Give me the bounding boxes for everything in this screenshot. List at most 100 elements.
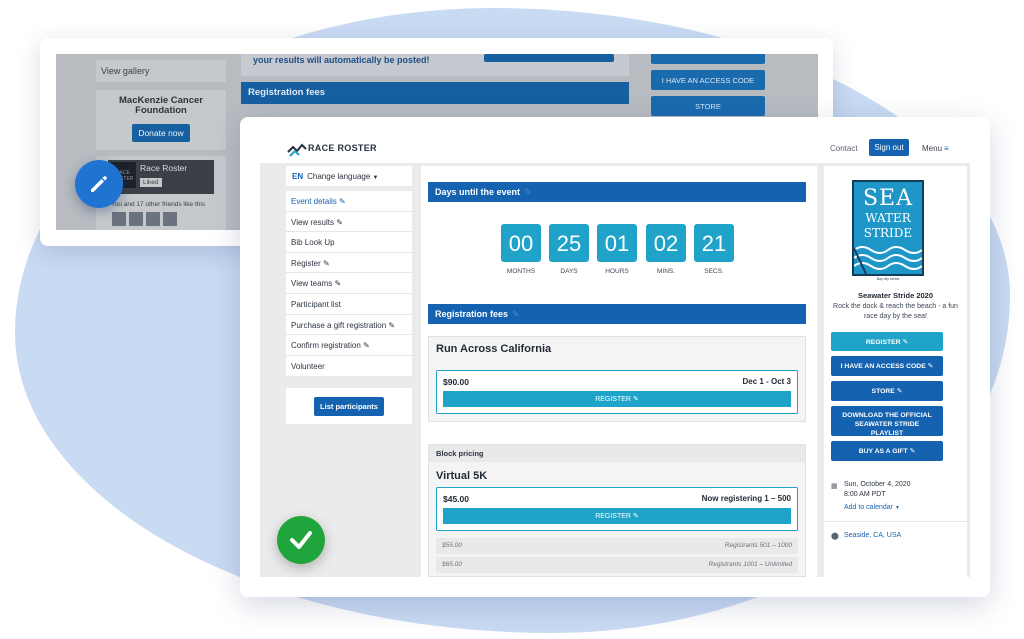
menu-label: Menu <box>922 144 943 153</box>
tier-range: Registrants 501 – 1000 <box>724 542 792 549</box>
marketing-stage: View gallery MacKenzie Cancer Foundation… <box>0 0 1024 639</box>
pencil-icon: ✎ <box>902 339 909 346</box>
back-register-button[interactable] <box>651 54 765 64</box>
sidebar-item-label: Participant list <box>291 299 341 309</box>
race-price: $45.00 <box>443 494 469 504</box>
pencil-icon: ✎ <box>896 388 903 395</box>
facebook-cover: RACE ROSTER Race Roster Liked <box>108 160 214 194</box>
race-price-card: $45.00 Now registering 1 – 500 REGISTER … <box>436 487 798 531</box>
race-register-label: REGISTER <box>595 513 631 520</box>
sidebar-menu: Event details ✎ View results ✎ Bib Look … <box>286 191 412 377</box>
top-nav: RACE ROSTER Contact Sign out Menu ≡ <box>260 137 970 163</box>
pencil-icon: ✎ <box>512 309 520 319</box>
sidebar-item-register[interactable]: Register ✎ <box>286 253 412 274</box>
front-window: RACE ROSTER Contact Sign out Menu ≡ EN Cha… <box>240 117 990 597</box>
tier-price: $55.00 <box>442 542 462 549</box>
event-logo: SEA WATER STRIDE Bay city series <box>852 180 924 281</box>
sidebar-item-bib-look-up[interactable]: Bib Look Up <box>286 232 412 253</box>
brand-name: RACE ROSTER <box>308 143 377 153</box>
pencil-icon: ✎ <box>632 513 639 520</box>
sidebar-item-label: Purchase a gift registration <box>291 320 387 330</box>
sidebar-item-volunteer[interactable]: Volunteer <box>286 356 412 377</box>
race-title: Virtual 5K <box>436 470 488 482</box>
facebook-page-name[interactable]: Race Roster <box>140 163 187 173</box>
facebook-friends-text: You and 17 other friends like this <box>111 201 206 208</box>
buy-as-gift-button[interactable]: BUY AS A GIFT ✎ <box>831 441 943 461</box>
event-location-link[interactable]: Seaside, CA, USA <box>844 531 901 541</box>
contact-link[interactable]: Contact <box>830 144 858 153</box>
countdown-heading: Days until the event ✎ <box>428 182 806 202</box>
price-tier-row: $55.00 Registrants 501 – 1000 <box>436 538 798 554</box>
language-selector[interactable]: EN Change language ▼ <box>286 166 412 186</box>
success-check-badge <box>277 516 325 564</box>
registration-fees-heading-text: Registration fees <box>435 309 509 319</box>
sidebar-item-event-details[interactable]: Event details ✎ <box>286 191 412 212</box>
pencil-icon: ✎ <box>909 448 916 455</box>
back-access-code-button[interactable]: I HAVE AN ACCESS CODE <box>651 70 765 90</box>
download-playlist-button[interactable]: DOWNLOAD THE OFFICIAL SEAWATER STRIDE PL… <box>831 406 943 437</box>
race-register-button[interactable]: REGISTER ✎ <box>443 508 791 524</box>
countdown-days: 25 <box>549 224 589 262</box>
block-pricing-tag: Block pricing <box>429 445 805 462</box>
pencil-icon: ✎ <box>524 187 532 197</box>
access-code-button[interactable]: I HAVE AN ACCESS CODE ✎ <box>831 356 943 376</box>
location-pin-icon: ⬤ <box>831 533 839 540</box>
event-date: Sun, October 4, 2020 <box>844 481 911 488</box>
race-register-button[interactable]: REGISTER ✎ <box>443 391 791 407</box>
back-store-button[interactable]: STORE <box>651 96 765 116</box>
countdown-mins: 02 <box>646 224 686 262</box>
sidebar-item-view-results[interactable]: View results ✎ <box>286 212 412 233</box>
countdown-label-hours: HOURS <box>605 268 629 275</box>
sidebar-item-participant-list[interactable]: Participant list <box>286 294 412 315</box>
facebook-liked-button[interactable]: Liked <box>140 178 162 187</box>
main-column: Days until the event ✎ 00 25 01 02 21 MON… <box>421 166 817 577</box>
edit-fab-button[interactable] <box>75 160 123 208</box>
view-gallery-link[interactable]: View gallery <box>96 60 226 82</box>
race-price-card: $90.00 Dec 1 - Oct 3 REGISTER ✎ <box>436 370 798 414</box>
sign-out-button[interactable]: Sign out <box>869 139 909 156</box>
countdown-label-secs: SECS. <box>704 268 724 275</box>
register-button[interactable]: REGISTER ✎ <box>831 332 943 351</box>
pencil-icon: ✎ <box>323 258 330 268</box>
race-price: $90.00 <box>443 377 469 387</box>
sidebar-item-view-teams[interactable]: View teams ✎ <box>286 273 412 294</box>
avatar <box>146 212 160 226</box>
facebook-friend-avatars <box>112 212 182 226</box>
results-notice-text: your results will automatically be poste… <box>253 55 430 65</box>
donate-button[interactable]: Donate now <box>132 123 190 142</box>
back-registration-fees-heading: Registration fees <box>241 82 629 104</box>
countdown-hours: 01 <box>597 224 637 262</box>
sidebar-item-label: Register <box>291 258 321 268</box>
sidebar-item-purchase-gift[interactable]: Purchase a gift registration ✎ <box>286 315 412 336</box>
pencil-icon: ✎ <box>388 320 396 330</box>
avatar <box>112 212 126 226</box>
store-button[interactable]: STORE ✎ <box>831 381 943 401</box>
waves-icon <box>854 246 922 274</box>
sidebar-item-label: Bib Look Up <box>291 238 335 248</box>
avatar <box>129 212 143 226</box>
foundation-card: MacKenzie Cancer Foundation Donate now <box>96 90 226 150</box>
race-status: Now registering 1 – 500 <box>701 494 791 503</box>
pencil-icon: ✎ <box>334 279 342 289</box>
facebook-liked-label: Liked <box>143 179 159 186</box>
results-button[interactable] <box>484 54 614 62</box>
pencil-icon: ✎ <box>336 217 343 227</box>
calendar-icon: ▦ <box>831 483 838 490</box>
pencil-icon: ✎ <box>632 396 639 403</box>
sidebar-item-confirm-registration[interactable]: Confirm registration ✎ <box>286 335 412 356</box>
race-title: Run Across California <box>436 343 552 355</box>
race-dates: Dec 1 - Oct 3 <box>742 377 791 386</box>
caret-down-icon: ▼ <box>372 175 379 181</box>
countdown-secs: 21 <box>694 224 734 262</box>
event-details-card: ▦ Sun, October 4, 2020 8:00 AM PDT Add t… <box>824 474 967 574</box>
pencil-icon: ✎ <box>363 341 370 351</box>
register-label: REGISTER <box>865 339 901 346</box>
add-to-calendar-link[interactable]: Add to calendar ▼ <box>844 503 911 513</box>
sidebar-item-label: View results <box>291 217 334 227</box>
language-label: Change language <box>307 172 371 181</box>
list-participants-button[interactable]: List participants <box>314 397 384 416</box>
menu-button[interactable]: Menu ≡ <box>922 144 949 153</box>
divider <box>824 521 967 522</box>
pencil-icon: ✎ <box>339 197 346 206</box>
foundation-name: MacKenzie Cancer Foundation <box>119 95 203 117</box>
